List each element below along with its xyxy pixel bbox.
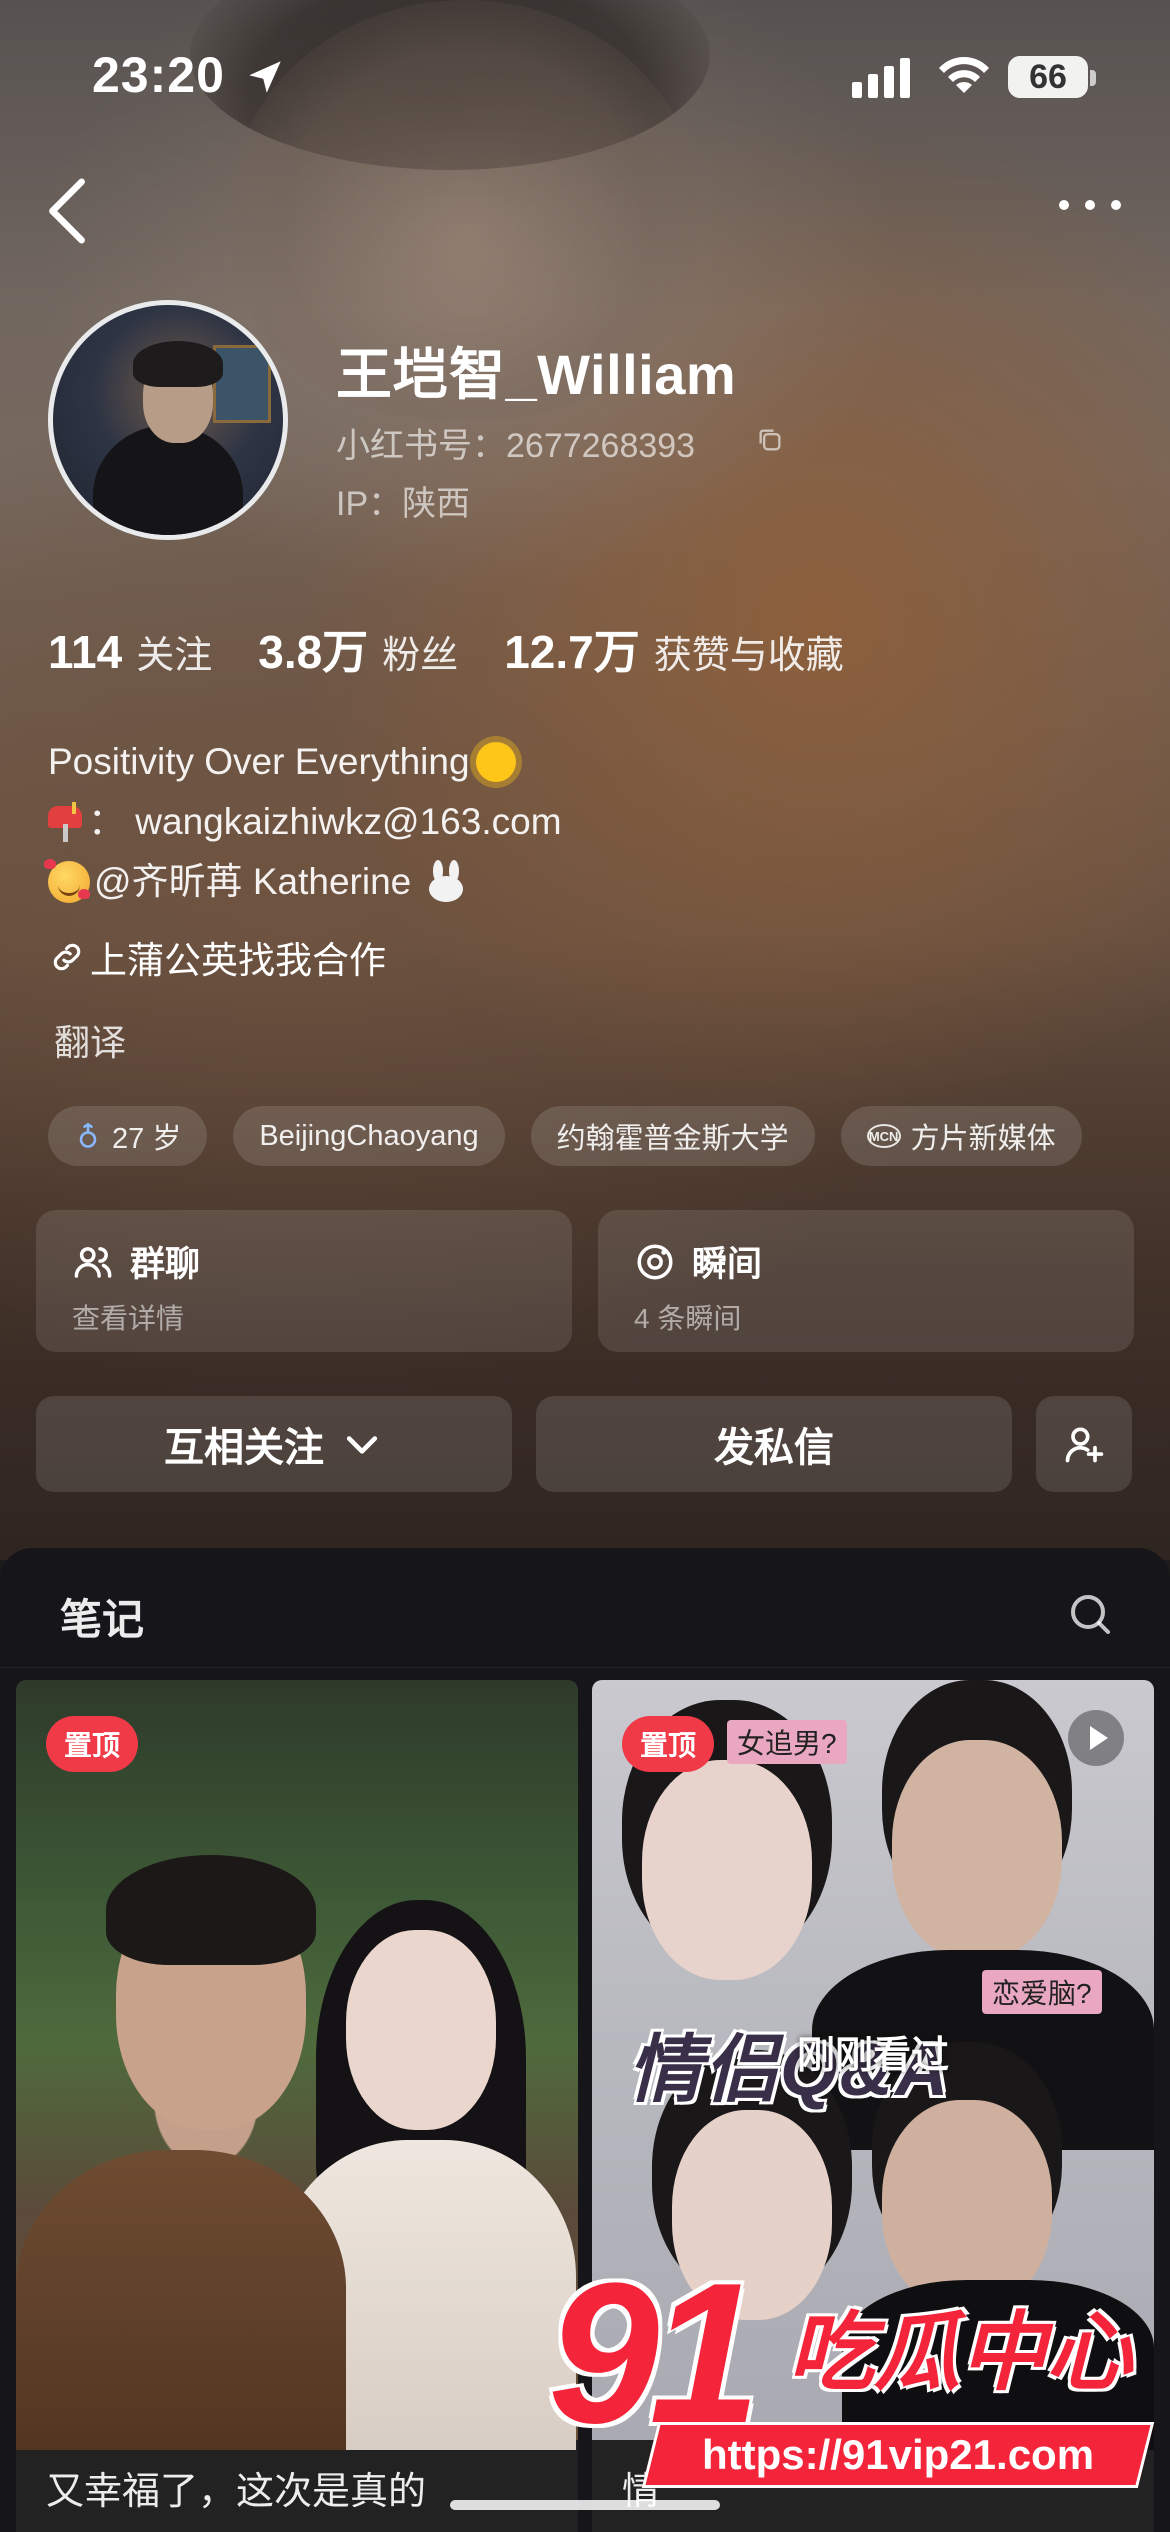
card-title: 群聊	[130, 1245, 201, 1284]
stat-label: 关注	[136, 635, 213, 677]
tag-label: BeijingChaoyang	[259, 1119, 479, 1152]
mailbox-emoji-icon	[48, 802, 82, 842]
bio-mention[interactable]: @齐昕苒 Katherine	[94, 852, 411, 912]
profile-actions: 互相关注 发私信	[36, 1396, 1132, 1492]
avatar[interactable]	[48, 300, 288, 540]
recently-viewed-label: 刚刚看过	[797, 2035, 950, 2077]
chevron-down-icon	[346, 1436, 378, 1454]
stat-number: 3.8万	[258, 626, 369, 678]
tag-label: 27 岁	[112, 1123, 182, 1155]
add-friend-button[interactable]	[1036, 1396, 1132, 1492]
cooperation-link[interactable]: 上蒲公英找我合作	[48, 930, 386, 984]
stat-number: 114	[48, 626, 123, 678]
tag-label: 方片新媒体	[910, 1123, 1056, 1155]
note-card[interactable]: 置顶 又幸福了，这次是真的	[16, 1680, 578, 2532]
profile-bio: Positivity Over Everything ： wangkaizhiw…	[44, 732, 562, 912]
rabbit-emoji-icon	[423, 860, 467, 904]
avatar-hair	[133, 341, 223, 387]
battery-icon: 66	[1008, 56, 1088, 98]
note-cover-image	[16, 1680, 578, 2450]
stat-following[interactable]: 114 关注	[48, 624, 212, 679]
video-play-icon	[1068, 1710, 1124, 1766]
copy-icon[interactable]	[756, 426, 784, 454]
avatar-frame	[213, 345, 271, 423]
search-icon[interactable]	[1066, 1590, 1114, 1638]
tag-mcn[interactable]: MCN 方片新媒体	[840, 1106, 1082, 1166]
sun-emoji-icon	[475, 742, 516, 782]
notes-header: 笔记	[0, 1548, 1170, 1668]
moments-card[interactable]: 瞬间 4 条瞬间	[598, 1210, 1134, 1352]
cover-tag: 恋爱脑?	[982, 1970, 1102, 2014]
send-message-button[interactable]: 发私信	[536, 1396, 1012, 1492]
stat-number: 12.7万	[504, 626, 640, 678]
watermark-url-box: https://91vip21.com	[641, 2422, 1155, 2488]
bio-text: ： wangkaizhiwkz@163.com	[88, 801, 562, 842]
pinned-badge: 置顶	[46, 1716, 139, 1772]
tag-age[interactable]: 27 岁	[48, 1106, 208, 1166]
card-subtitle: 4 条瞬间	[634, 1303, 742, 1334]
tag-location[interactable]: BeijingChaoyang	[233, 1106, 505, 1166]
more-options-icon[interactable]	[1054, 190, 1126, 220]
profile-tags: 27 岁 BeijingChaoyang 约翰霍普金斯大学 MCN 方片新媒体	[48, 1106, 1108, 1166]
ip-location: IP：陕西	[336, 485, 471, 523]
wifi-icon	[939, 57, 989, 93]
gender-male-icon	[79, 1122, 97, 1148]
add-user-icon	[1065, 1427, 1104, 1463]
mutual-follow-button[interactable]: 互相关注	[36, 1396, 512, 1492]
bio-line: ： wangkaizhiwkz@163.com	[48, 792, 562, 852]
group-chat-card[interactable]: 群聊 查看详情	[36, 1210, 572, 1352]
cellular-signal-icon	[852, 58, 910, 98]
home-indicator[interactable]	[450, 2500, 720, 2510]
pinned-badge: 置顶	[622, 1716, 715, 1772]
bio-line: Positivity Over Everything	[48, 732, 562, 792]
translate-button[interactable]: 翻译	[54, 1014, 126, 1066]
moment-icon	[637, 1244, 673, 1279]
smiling-face-hearts-emoji-icon	[44, 859, 90, 903]
stat-label: 获赞与收藏	[653, 635, 844, 677]
battery-tip	[1090, 70, 1096, 86]
bio-line: @齐昕苒 Katherine	[44, 852, 562, 912]
status-bar: 23:20 66	[0, 0, 1170, 150]
watermark-brand: 吃瓜中心	[788, 2305, 1132, 2401]
notes-tab[interactable]: 笔记	[60, 1586, 144, 1647]
location-arrow-icon	[249, 61, 281, 93]
note-title: 又幸福了，这次是真的	[46, 2471, 427, 2513]
cover-tag: 女追男?	[727, 1720, 847, 1764]
cooperation-link-text: 上蒲公英找我合作	[90, 940, 386, 981]
profile-stats: 114 关注 3.8万 粉丝 12.7万 获赞与收藏	[48, 616, 890, 679]
tag-school[interactable]: 约翰霍普金斯大学	[530, 1106, 815, 1166]
site-watermark-logo: 91 吃瓜中心 https://91vip21.com	[548, 2244, 1155, 2494]
back-arrow-icon[interactable]	[42, 176, 94, 246]
feature-cards: 群聊 查看详情 瞬间 4 条瞬间	[36, 1210, 1160, 1352]
link-icon	[53, 943, 81, 971]
follow-label: 互相关注	[164, 1426, 324, 1470]
stat-likes-collects[interactable]: 12.7万 获赞与收藏	[504, 616, 844, 682]
stat-label: 粉丝	[382, 635, 459, 677]
bio-text: Positivity Over Everything	[48, 741, 470, 782]
status-time: 23:20	[92, 47, 225, 103]
tag-label: 约翰霍普金斯大学	[556, 1123, 789, 1155]
watermark-url: https://91vip21.com	[701, 2431, 1095, 2478]
red-id: 小红书号：2677268393	[336, 427, 696, 465]
card-subtitle: 查看详情	[72, 1303, 185, 1334]
stat-followers[interactable]: 3.8万 粉丝	[258, 616, 458, 682]
mcn-icon: MCN	[866, 1124, 901, 1148]
card-title: 瞬间	[692, 1245, 763, 1284]
group-chat-icon	[74, 1246, 112, 1278]
profile-name: 王垲智_William	[336, 343, 737, 406]
